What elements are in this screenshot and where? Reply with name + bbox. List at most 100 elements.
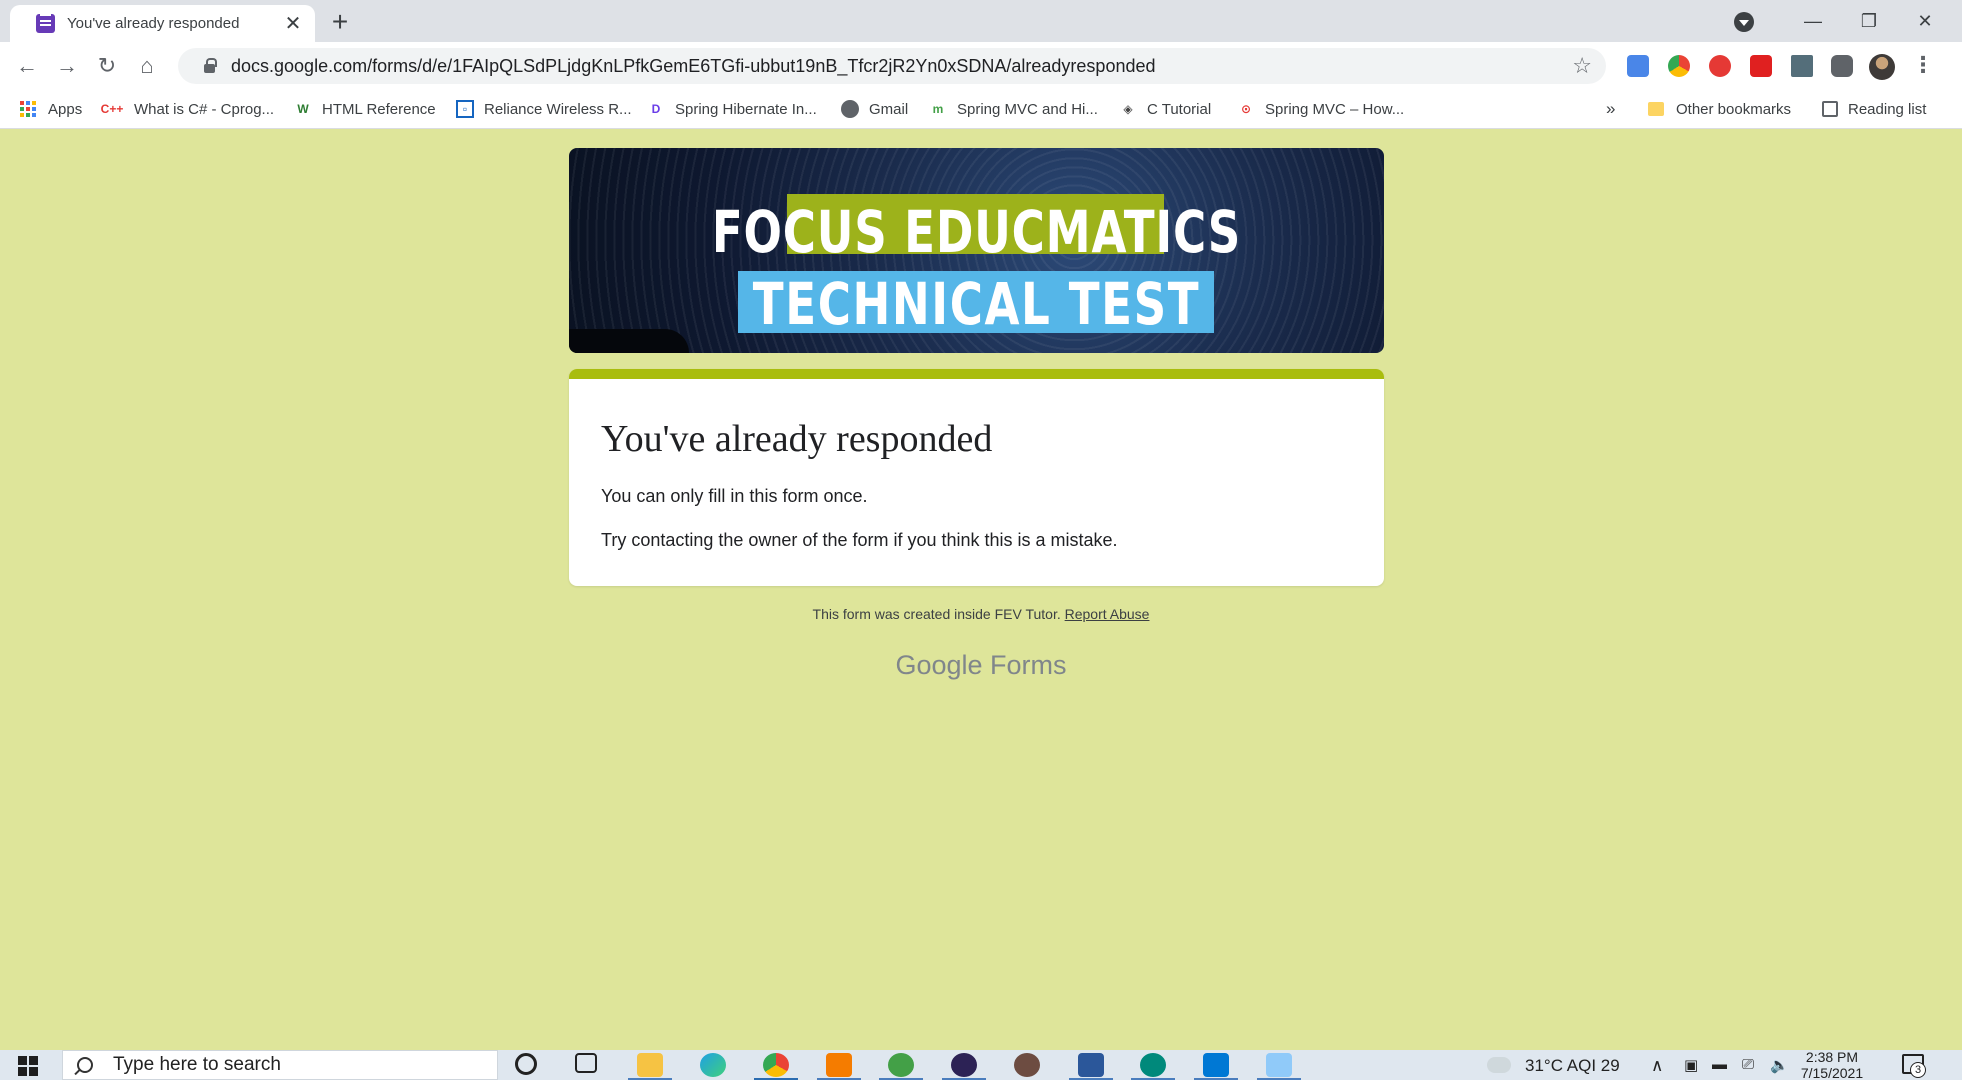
bookmark-label: C Tutorial xyxy=(1147,100,1212,118)
bookmark-label: HTML Reference xyxy=(322,100,436,118)
paint-icon[interactable] xyxy=(1266,1053,1292,1077)
browser-tab[interactable]: You've already responded ✕ xyxy=(10,5,315,42)
banner-subtitle: TECHNICAL TEST xyxy=(752,270,1201,338)
chrome-icon[interactable] xyxy=(763,1053,789,1077)
bookmark-star-icon[interactable]: ☆ xyxy=(1572,53,1592,79)
c-tutorial-icon: ◈ xyxy=(1123,102,1133,116)
word-icon[interactable] xyxy=(1078,1053,1104,1077)
globe-icon xyxy=(841,100,859,118)
tab-search-icon[interactable] xyxy=(1734,12,1754,32)
chrome-extension-icon[interactable] xyxy=(1668,55,1690,77)
card-accent-bar xyxy=(569,369,1384,379)
vscode-icon[interactable] xyxy=(1203,1053,1229,1077)
banner-title: FOCUS EDUCMATICS xyxy=(711,198,1242,266)
task-view-icon[interactable] xyxy=(575,1053,597,1073)
volume-icon[interactable]: 🔈 xyxy=(1770,1056,1789,1074)
new-tab-button[interactable]: + xyxy=(325,8,355,38)
xampp-icon[interactable] xyxy=(826,1053,852,1077)
battery-icon[interactable]: ▬ xyxy=(1712,1056,1727,1073)
bookmark-label: Spring MVC – How... xyxy=(1265,100,1405,118)
other-bookmarks-label: Other bookmarks xyxy=(1676,100,1792,118)
footer-note-text: This form was created inside FEV Tutor. xyxy=(812,606,1061,622)
bookmark-spring-mvc[interactable]: m Spring MVC and Hi... xyxy=(929,97,1098,121)
other-bookmarks-folder[interactable]: Other bookmarks xyxy=(1648,97,1791,121)
windows-start-icon[interactable] xyxy=(18,1056,38,1076)
bookmark-html-reference[interactable]: W HTML Reference xyxy=(294,97,436,121)
bookmark-gmail[interactable]: Gmail xyxy=(841,97,908,121)
bookmarks-bar: Apps C++ What is C# - Cprog... W HTML Re… xyxy=(0,89,1962,129)
eclipse-icon[interactable] xyxy=(951,1053,977,1077)
bookmark-spring-mvc-how[interactable]: ⊙ Spring MVC – How... xyxy=(1237,97,1404,121)
notification-count-badge: 3 xyxy=(1910,1062,1926,1078)
bookmark-label: What is C# - Cprog... xyxy=(134,100,275,118)
taskbar-search-box[interactable]: Type here to search xyxy=(62,1050,498,1080)
spring-tool-suite-icon[interactable] xyxy=(888,1053,914,1077)
spring-how-icon: ⊙ xyxy=(1240,102,1252,116)
weather-text[interactable]: 31°C AQI 29 xyxy=(1525,1056,1620,1076)
reliance-icon: ▫ xyxy=(456,100,474,118)
message-contact-owner: Try contacting the owner of the form if … xyxy=(601,530,1118,550)
reading-list-button[interactable]: Reading list xyxy=(1822,97,1926,121)
url-text[interactable]: docs.google.com/forms/d/e/1FAIpQLSdPLjdg… xyxy=(231,56,1572,77)
show-hidden-icons-chevron-icon[interactable]: ∧ xyxy=(1651,1056,1663,1076)
profile-avatar[interactable] xyxy=(1869,54,1895,80)
google-forms-logo[interactable]: Google Forms xyxy=(0,650,1962,681)
page-title: You've already responded xyxy=(601,418,993,460)
teamviewer-icon[interactable] xyxy=(1140,1053,1166,1077)
spring-hibernate-icon: D xyxy=(651,102,661,116)
bookmark-reliance[interactable]: ▫ Reliance Wireless R... xyxy=(456,97,632,121)
network-icon[interactable]: ⎚ xyxy=(1742,1056,1754,1073)
bookmark-c-tutorial[interactable]: ◈ C Tutorial xyxy=(1119,97,1211,121)
tb-extension-icon[interactable] xyxy=(1750,55,1772,77)
minimize-button[interactable]: — xyxy=(1790,4,1836,38)
search-icon xyxy=(77,1057,93,1073)
restore-button[interactable]: ❐ xyxy=(1846,4,1892,38)
report-abuse-link[interactable]: Report Abuse xyxy=(1065,606,1150,622)
eyedropper-extension-icon[interactable] xyxy=(1791,55,1813,77)
file-explorer-icon[interactable] xyxy=(637,1053,663,1077)
bookmark-label: Reliance Wireless R... xyxy=(484,100,632,118)
back-icon[interactable]: ← xyxy=(11,50,43,82)
extensions-puzzle-icon[interactable] xyxy=(1831,55,1853,77)
address-bar[interactable]: docs.google.com/forms/d/e/1FAIpQLSdPLjdg… xyxy=(178,48,1606,84)
reading-list-label: Reading list xyxy=(1848,100,1927,118)
browser-toolbar: ← → ↻ ⌂ docs.google.com/forms/d/e/1FAIpQ… xyxy=(0,42,1962,89)
lock-icon[interactable] xyxy=(204,58,217,73)
w3schools-icon: W xyxy=(297,102,309,116)
app-icon[interactable] xyxy=(1014,1053,1040,1077)
bookmark-label: Spring MVC and Hi... xyxy=(957,100,1098,118)
apps-grid-icon xyxy=(20,101,36,117)
google-wordmark: Google xyxy=(895,650,983,680)
message-once: You can only fill in this form once. xyxy=(601,486,868,506)
bookmark-apps[interactable]: Apps xyxy=(20,97,82,121)
close-tab-icon[interactable]: ✕ xyxy=(283,14,303,34)
reading-list-icon xyxy=(1822,101,1838,117)
tab-strip: You've already responded ✕ + — ❐ ✕ xyxy=(0,0,1962,42)
response-card: You've already responded You can only fi… xyxy=(569,369,1384,586)
edge-icon[interactable] xyxy=(700,1053,726,1077)
home-icon[interactable]: ⌂ xyxy=(131,50,163,82)
windows-taskbar: Type here to search 31°C AQI 29 ∧ ▣ ▬ ⎚ … xyxy=(0,1050,1962,1080)
form-footer-note: This form was created inside FEV Tutor. … xyxy=(0,606,1962,622)
tab-title: You've already responded xyxy=(67,15,240,32)
adblock-extension-icon[interactable] xyxy=(1709,55,1731,77)
forward-icon[interactable]: → xyxy=(51,50,83,82)
google-translate-extension-icon[interactable] xyxy=(1627,55,1649,77)
weather-cloud-icon[interactable] xyxy=(1487,1057,1511,1073)
cortana-icon[interactable] xyxy=(515,1053,537,1075)
page-content: FOCUS EDUCMATICS TECHNICAL TEST You've a… xyxy=(0,130,1962,1050)
reload-icon[interactable]: ↻ xyxy=(91,50,123,82)
bookmark-spring-hibernate[interactable]: D Spring Hibernate In... xyxy=(647,97,817,121)
bookmarks-overflow-button[interactable]: » xyxy=(1606,97,1615,121)
close-window-button[interactable]: ✕ xyxy=(1902,4,1948,38)
folder-icon xyxy=(1648,102,1664,116)
clock-date: 7/15/2021 xyxy=(1800,1065,1864,1080)
browser-menu-icon[interactable]: ⋮ xyxy=(1912,52,1934,78)
taskbar-clock[interactable]: 2:38 PM 7/15/2021 xyxy=(1792,1050,1872,1080)
bookmark-csharp[interactable]: C++ What is C# - Cprog... xyxy=(100,97,274,121)
cprog-icon: C++ xyxy=(100,102,124,116)
bookmark-label: Apps xyxy=(48,100,83,118)
meet-now-icon[interactable]: ▣ xyxy=(1684,1056,1698,1074)
forms-wordmark: Forms xyxy=(990,650,1067,680)
taskbar-search-placeholder: Type here to search xyxy=(113,1054,281,1075)
